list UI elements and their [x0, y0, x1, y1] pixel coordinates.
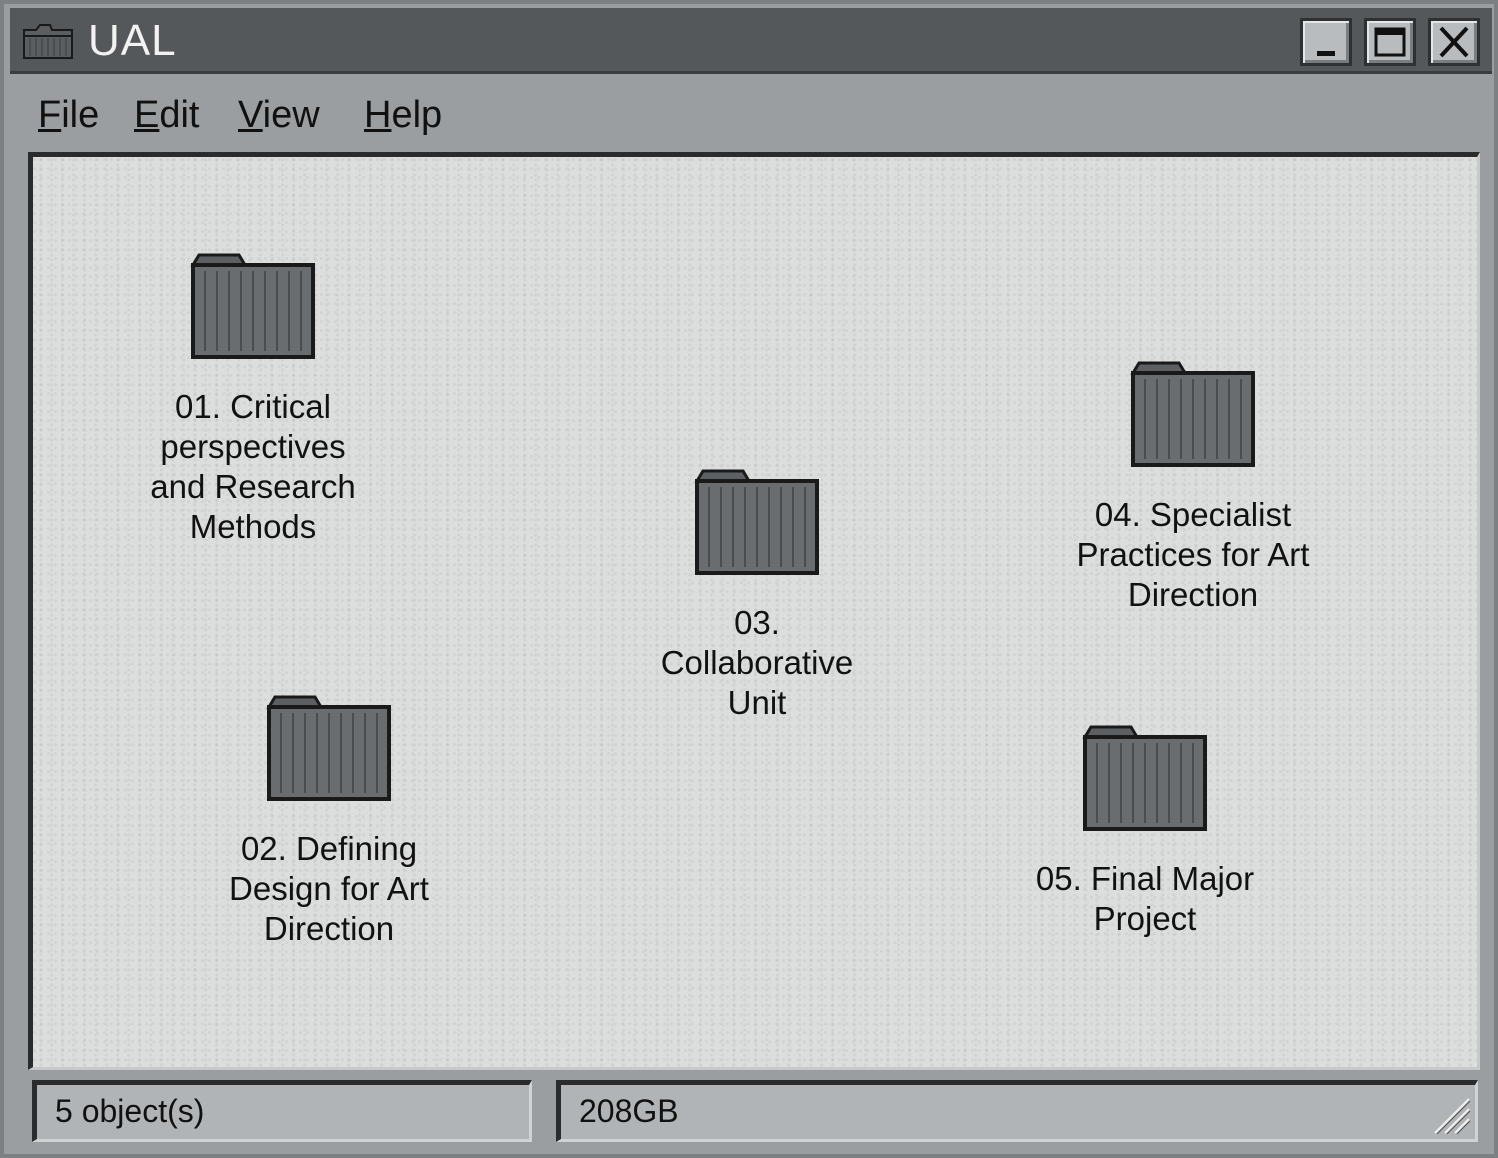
folder-label: 02. Defining Design for Art Direction	[229, 830, 429, 947]
status-size-label: 208GB	[579, 1093, 679, 1129]
maximize-button[interactable]	[1364, 18, 1416, 66]
close-icon	[1439, 26, 1469, 58]
folder-item[interactable]: 03. Collaborative Unit	[637, 469, 877, 723]
folder-icon	[23, 24, 73, 59]
close-button[interactable]	[1428, 18, 1480, 66]
menu-file[interactable]: File	[38, 92, 99, 138]
folder-view: 01. Critical perspectives and Research M…	[28, 152, 1480, 1070]
status-size: 208GB	[556, 1080, 1478, 1142]
folder-label: 05. Final Major Project	[1035, 860, 1255, 937]
menu-help[interactable]: Help	[364, 92, 442, 138]
minimize-icon	[1317, 51, 1335, 56]
menu-view[interactable]: View	[238, 92, 320, 138]
menu-edit[interactable]: Edit	[134, 92, 200, 138]
folder-label: 01. Critical perspectives and Research M…	[150, 388, 356, 545]
title-bar[interactable]: UAL	[10, 8, 1492, 74]
folder-item[interactable]: 02. Defining Design for Art Direction	[209, 695, 449, 949]
window-title: UAL	[88, 16, 177, 65]
folder-item[interactable]: 05. Final Major Project	[1025, 725, 1265, 939]
folder-item[interactable]: 04. Specialist Practices for Art Directi…	[1073, 361, 1313, 615]
explorer-window: UAL File Edit View Help 01. Critical per…	[0, 0, 1498, 1158]
minimize-button[interactable]	[1300, 18, 1352, 66]
folder-label: 04. Specialist Practices for Art Directi…	[1076, 496, 1310, 613]
menu-bar: File Edit View Help	[10, 76, 1492, 148]
status-object-count: 5 object(s)	[32, 1080, 532, 1142]
folder-item[interactable]: 01. Critical perspectives and Research M…	[133, 253, 373, 547]
folder-label: 03. Collaborative Unit	[660, 604, 854, 721]
folder-icon	[694, 469, 819, 575]
folder-icon	[266, 695, 391, 801]
folder-icon	[1082, 725, 1207, 831]
resize-grip-icon[interactable]	[1431, 1095, 1471, 1135]
folder-icon	[190, 253, 315, 359]
folder-icon	[1130, 361, 1255, 467]
maximize-icon	[1374, 27, 1406, 57]
